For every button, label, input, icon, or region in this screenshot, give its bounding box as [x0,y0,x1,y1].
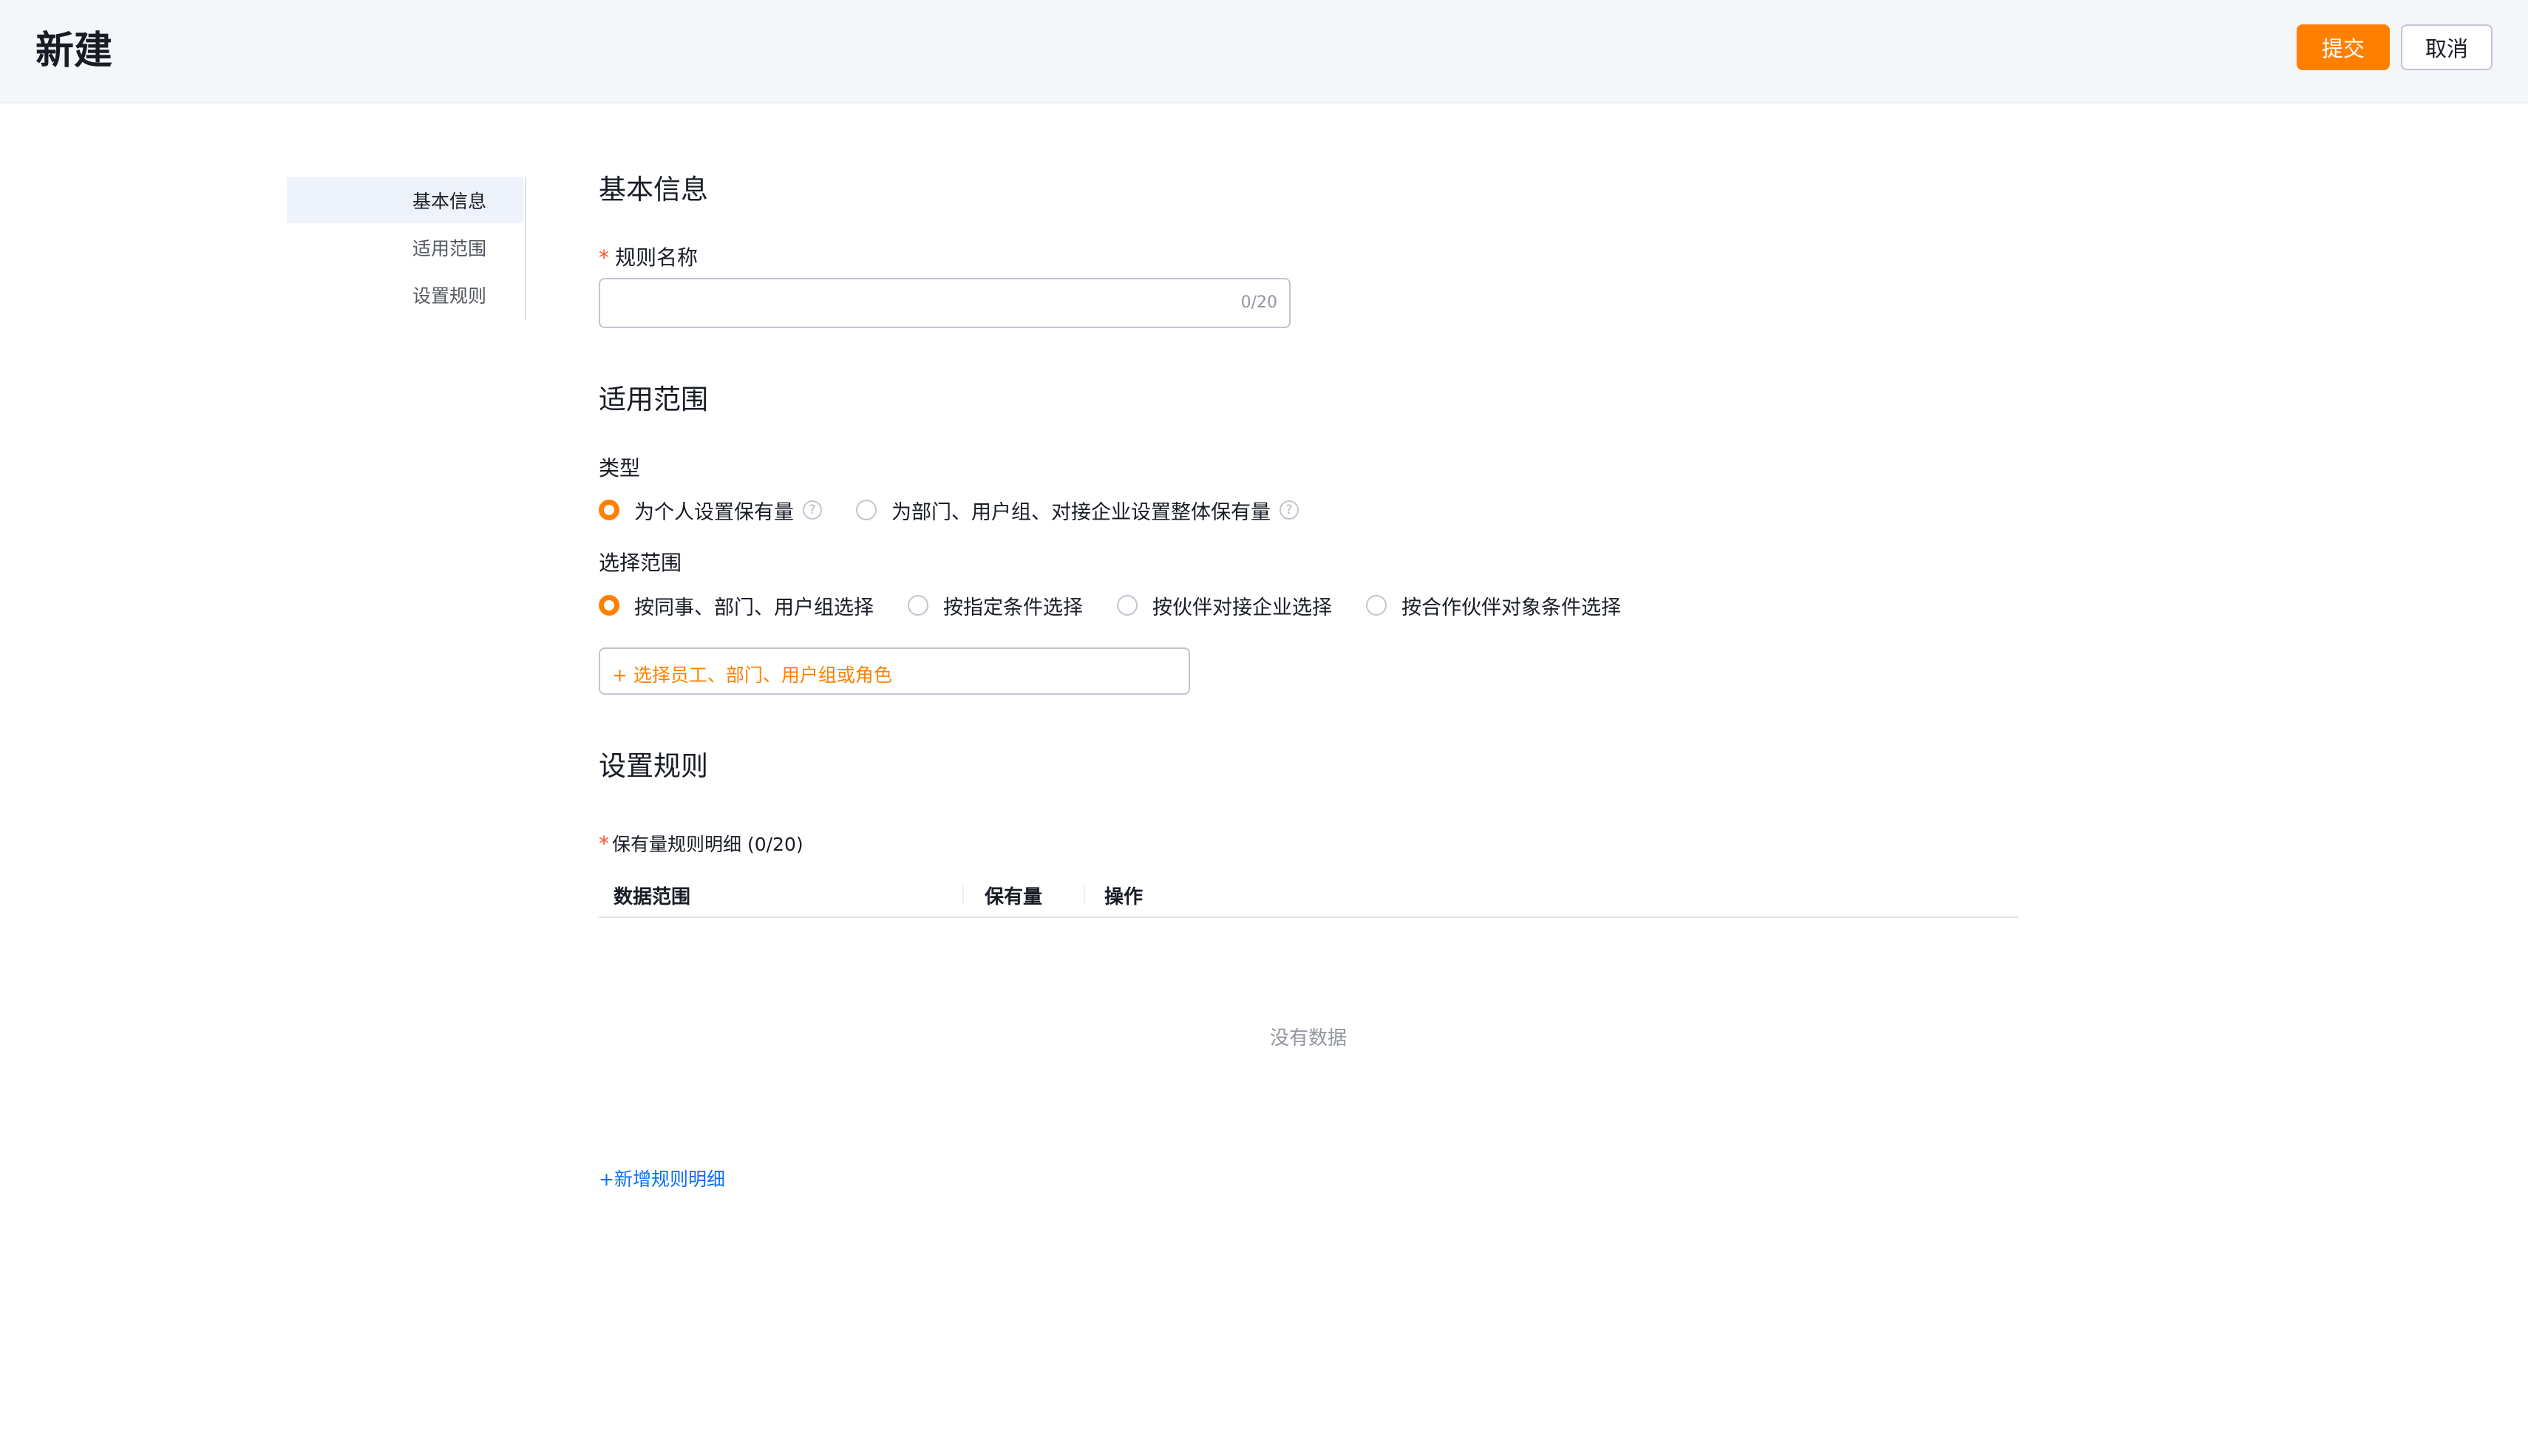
radio-checked-icon [599,500,619,520]
required-mark: * [599,831,609,856]
radio-unchecked-icon [856,500,877,520]
add-rule-detail-link[interactable]: +新增规则明细 [599,1165,725,1191]
radio-unchecked-icon [1117,595,1138,616]
section-title-rules: 设置规则 [599,750,708,782]
radio-unchecked-icon [908,595,928,616]
rule-detail-label: * 保有量规则明细 (0/20) [599,831,803,856]
radio-by-partner[interactable]: 按伙伴对接企业选择 [1117,591,1332,620]
nav-item-basic-info[interactable]: 基本信息 [287,177,523,223]
required-mark: * [599,245,609,270]
radio-by-partner-condition[interactable]: 按合作伙伴对象条件选择 [1366,591,1621,620]
select-placeholder: + 选择员工、部门、用户组或角色 [612,664,892,686]
radio-department-group[interactable]: 为部门、用户组、对接企业设置整体保有量 ? [856,496,1299,525]
type-label: 类型 [599,456,641,480]
range-radio-group: 按同事、部门、用户组选择 按指定条件选择 按伙伴对接企业选择 按合作伙伴对象条件… [599,591,1655,620]
cancel-button[interactable]: 取消 [2401,24,2493,70]
rule-name-input[interactable]: 0/20 [599,278,1291,328]
section-nav: 基本信息 适用范围 设置规则 [287,177,526,319]
nav-item-scope[interactable]: 适用范围 [287,225,523,271]
rule-detail-count: (0/20) [747,834,803,855]
char-counter: 0/20 [1240,293,1277,312]
column-divider [962,885,964,905]
rules-table-header: 数据范围 保有量 操作 [599,874,2018,918]
table-empty-text: 没有数据 [1270,1027,1348,1050]
radio-by-condition[interactable]: 按指定条件选择 [908,591,1083,620]
column-divider [1084,885,1085,905]
question-circle-icon[interactable]: ? [1280,500,1299,520]
column-header-actions: 操作 [1104,885,1144,908]
page-header: 新建 提交 取消 [0,0,2528,103]
column-header-data-range: 数据范围 [614,885,691,908]
radio-by-colleague[interactable]: 按同事、部门、用户组选择 [599,591,874,620]
submit-button[interactable]: 提交 [2297,24,2390,70]
page-title: 新建 [35,29,113,73]
nav-item-rules[interactable]: 设置规则 [287,272,523,318]
member-select-input[interactable]: + 选择员工、部门、用户组或角色 [599,647,1190,695]
column-header-quantity: 保有量 [985,885,1043,908]
radio-individual[interactable]: 为个人设置保有量 ? [599,496,822,525]
question-circle-icon[interactable]: ? [803,500,822,520]
rule-name-label: * 规则名称 [599,245,699,270]
range-label: 选择范围 [599,551,682,575]
type-radio-group: 为个人设置保有量 ? 为部门、用户组、对接企业设置整体保有量 ? [599,495,1333,525]
radio-checked-icon [599,595,619,616]
radio-unchecked-icon [1366,595,1387,616]
section-title-basic-info: 基本信息 [599,174,708,205]
section-title-scope: 适用范围 [599,384,708,415]
